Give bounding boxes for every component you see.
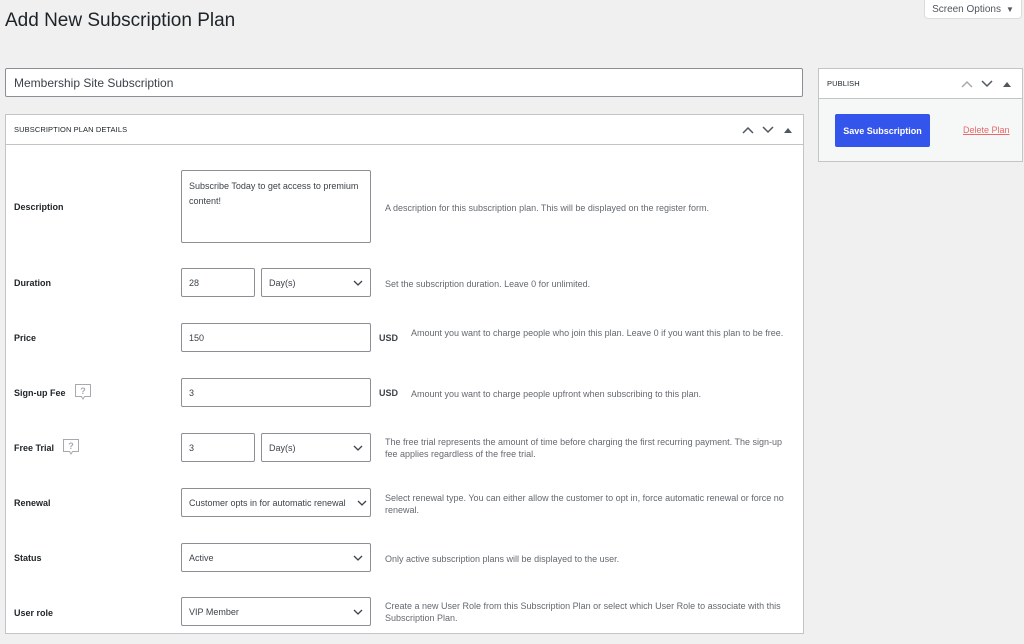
user-role-select[interactable]: VIP Member: [181, 597, 371, 626]
status-help-text: Only active subscription plans will be d…: [385, 554, 620, 564]
description-label: Description: [14, 202, 64, 212]
publish-box-header: PUBLISH: [819, 69, 1022, 99]
renewal-label: Renewal: [14, 498, 51, 508]
svg-text:?: ?: [80, 386, 86, 396]
duration-row: Duration Day(s) Set the subscription dur…: [6, 265, 803, 305]
renewal-value: Customer opts in for automatic renewal: [189, 497, 346, 508]
signup-fee-input[interactable]: [181, 378, 371, 407]
user-role-label: User role: [14, 608, 54, 618]
duration-unit-select[interactable]: Day(s): [261, 268, 371, 297]
move-up-icon[interactable]: [960, 77, 974, 91]
plan-name-input[interactable]: [5, 68, 803, 97]
free-trial-row: Free Trial ? Day(s) The free trial repre…: [6, 430, 803, 470]
save-subscription-button[interactable]: Save Subscription: [835, 114, 930, 147]
duration-unit-value: Day(s): [269, 277, 296, 288]
price-row: Price USD Amount you want to charge peop…: [6, 320, 803, 360]
publish-box-title: PUBLISH: [827, 79, 860, 88]
user-role-row: User role VIP Member Create a new User R…: [6, 595, 803, 635]
status-label: Status: [14, 553, 42, 563]
price-label: Price: [14, 333, 37, 343]
delete-plan-link[interactable]: Delete Plan: [963, 125, 1010, 135]
free-trial-help-text: The free trial represents the amount of …: [385, 437, 783, 459]
free-trial-unit-value: Day(s): [269, 442, 296, 453]
renewal-select[interactable]: Customer opts in for automatic renewal: [181, 488, 371, 517]
description-row: Description Subscribe Today to get acces…: [6, 145, 803, 255]
signup-fee-label: Sign-up Fee: [14, 388, 66, 398]
price-help-text: Amount you want to charge people who joi…: [411, 328, 784, 338]
chevron-down-icon: [357, 498, 367, 508]
screen-options-label: Screen Options: [932, 3, 1001, 15]
help-tooltip-icon[interactable]: ?: [74, 383, 92, 403]
free-trial-unit-select[interactable]: Day(s): [261, 433, 371, 462]
description-help-text: A description for this subscription plan…: [385, 203, 709, 213]
user-role-value: VIP Member: [189, 606, 239, 617]
signup-fee-row: Sign-up Fee ? USD Amount you want to cha…: [6, 375, 803, 415]
chevron-down-icon: [353, 553, 363, 563]
price-input[interactable]: [181, 323, 371, 352]
duration-help-text: Set the subscription duration. Leave 0 f…: [385, 279, 591, 289]
user-role-help-text: Create a new User Role from this Subscri…: [385, 601, 781, 623]
move-down-icon[interactable]: [980, 77, 994, 91]
collapse-toggle-icon[interactable]: [781, 123, 795, 137]
signup-fee-help-text: Amount you want to charge people upfront…: [411, 389, 702, 399]
move-up-icon[interactable]: [741, 123, 755, 137]
svg-text:?: ?: [68, 441, 74, 451]
chevron-down-icon: [353, 607, 363, 617]
free-trial-label-wrap: Free Trial ?: [14, 438, 80, 458]
page-title: Add New Subscription Plan: [5, 10, 236, 31]
duration-input[interactable]: [181, 268, 255, 297]
duration-label: Duration: [14, 278, 51, 288]
signup-fee-label-wrap: Sign-up Fee ?: [14, 383, 92, 403]
publish-box: PUBLISH Save Subscription Delete Plan: [818, 68, 1023, 162]
status-value: Active: [189, 552, 214, 563]
move-down-icon[interactable]: [761, 123, 775, 137]
collapse-toggle-icon[interactable]: [1000, 77, 1014, 91]
help-tooltip-icon[interactable]: ?: [62, 438, 80, 458]
price-currency: USD: [379, 333, 399, 343]
free-trial-input[interactable]: [181, 433, 255, 462]
chevron-down-icon: [353, 278, 363, 288]
subscription-plan-details-box: SUBSCRIPTION PLAN DETAILS Description Su…: [5, 114, 804, 634]
status-select[interactable]: Active: [181, 543, 371, 572]
caret-down-icon: ▼: [1006, 4, 1014, 14]
chevron-down-icon: [353, 443, 363, 453]
screen-options-button[interactable]: Screen Options ▼: [924, 0, 1022, 19]
status-row: Status Active Only active subscription p…: [6, 540, 803, 580]
details-box-header: SUBSCRIPTION PLAN DETAILS: [6, 115, 803, 145]
description-textarea[interactable]: Subscribe Today to get access to premium…: [181, 170, 371, 243]
publish-box-body: Save Subscription Delete Plan: [819, 99, 1022, 161]
details-box-title: SUBSCRIPTION PLAN DETAILS: [14, 125, 128, 134]
signup-fee-currency: USD: [379, 388, 399, 398]
renewal-help-text: Select renewal type. You can either allo…: [385, 493, 784, 515]
free-trial-label: Free Trial: [14, 443, 55, 453]
renewal-row: Renewal Customer opts in for automatic r…: [6, 485, 803, 525]
